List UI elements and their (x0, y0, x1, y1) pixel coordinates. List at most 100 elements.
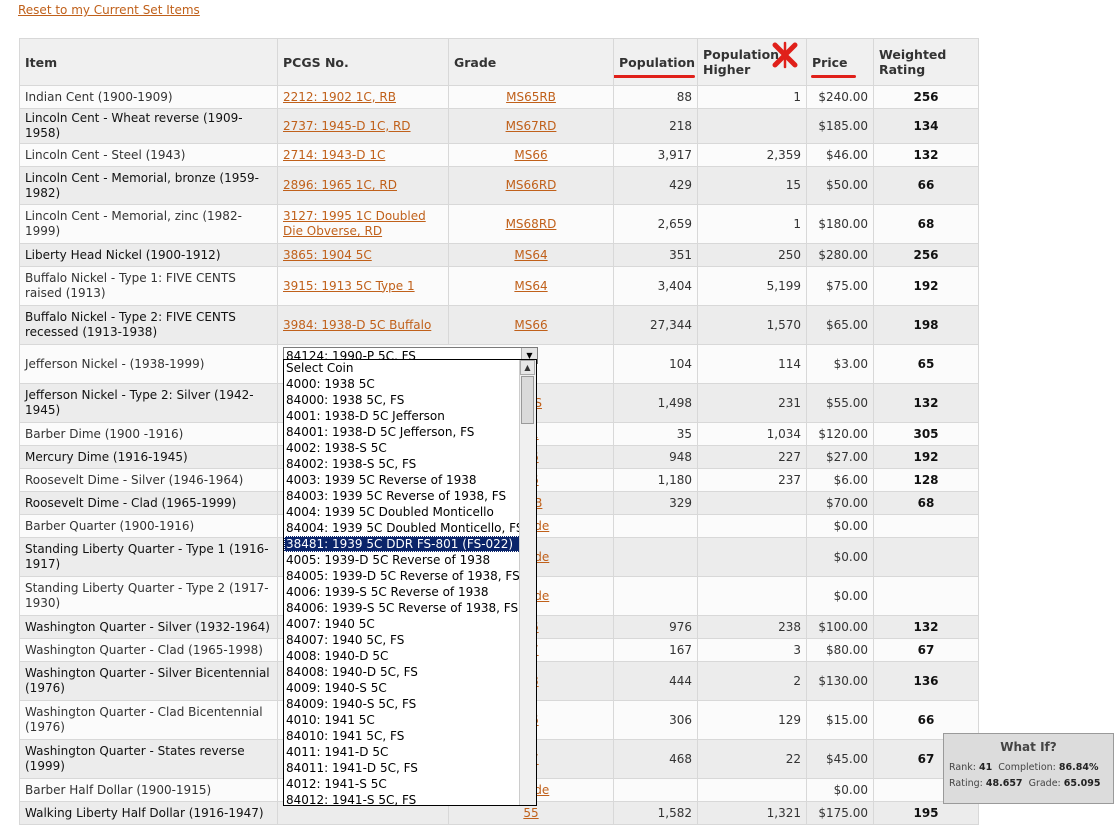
scroll-up-arrow-icon[interactable]: ▲ (520, 360, 535, 375)
item-name: Barber Half Dollar (1900-1915) (19, 778, 278, 802)
item-name: Standing Liberty Quarter - Type 1 (1916-… (19, 537, 278, 577)
price-cell: $180.00 (806, 204, 874, 244)
table-row: Buffalo Nickel - Type 2: FIVE CENTS rece… (19, 305, 979, 345)
dropdown-option[interactable]: 84005: 1939-D 5C Reverse of 1938, FS (284, 568, 536, 584)
population-higher-cell: 129 (697, 700, 807, 740)
price-cell: $100.00 (806, 615, 874, 639)
price-cell: $0.00 (806, 537, 874, 577)
table-row: Lincoln Cent - Memorial, bronze (1959-19… (19, 166, 979, 205)
dropdown-option[interactable]: 84006: 1939-S 5C Reverse of 1938, FS (284, 600, 536, 616)
population-cell: 306 (613, 700, 698, 740)
item-name: Washington Quarter - Clad Bicentennial (… (19, 700, 278, 740)
dropdown-option[interactable]: 4006: 1939-S 5C Reverse of 1938 (284, 584, 536, 600)
pcgs-link[interactable]: 3127: 1995 1C Doubled Die Obverse, RD (283, 209, 426, 238)
pcgs-cell: 2212: 1902 1C, RB (277, 85, 449, 109)
population-cell: 35 (613, 422, 698, 446)
grade-link[interactable]: MS68RD (506, 217, 557, 231)
dropdown-option[interactable]: 4009: 1940-S 5C (284, 680, 536, 696)
dropdown-option[interactable]: 4003: 1939 5C Reverse of 1938 (284, 472, 536, 488)
dropdown-option[interactable]: 84012: 1941-S 5C, FS (284, 792, 536, 805)
grade-cell: MS68RD (448, 204, 614, 244)
pcgs-link[interactable]: 2737: 1945-D 1C, RD (283, 119, 411, 133)
population-higher-cell: 238 (697, 615, 807, 639)
table-row: Lincoln Cent - Steel (1943) 2714: 1943-D … (19, 143, 979, 167)
dropdown-option[interactable]: 84001: 1938-D 5C Jefferson, FS (284, 424, 536, 440)
pcgs-link[interactable]: 3915: 1913 5C Type 1 (283, 279, 415, 293)
weighted-rating-cell: 132 (873, 143, 979, 167)
dropdown-option[interactable]: 4012: 1941-S 5C (284, 776, 536, 792)
weighted-rating-cell: 134 (873, 108, 979, 144)
header-population: Population (613, 38, 698, 86)
item-name: Roosevelt Dime - Silver (1946-1964) (19, 468, 278, 492)
grade-link[interactable]: MS64 (514, 279, 547, 293)
completion-value: 86.84% (1058, 762, 1099, 773)
pcgs-link[interactable]: 2714: 1943-D 1C (283, 148, 385, 162)
table-row: Liberty Head Nickel (1900-1912) 3865: 190… (19, 243, 979, 267)
dropdown-option[interactable]: 4008: 1940-D 5C (284, 648, 536, 664)
pcgs-link[interactable]: 2212: 1902 1C, RB (283, 90, 396, 104)
price-cell: $0.00 (806, 576, 874, 616)
dropdown-option[interactable]: 38481: 1939 5C DDR FS-801 (FS-022) (284, 536, 536, 552)
grade-link[interactable]: MS67RD (506, 119, 557, 133)
dropdown-option[interactable]: Select Coin (284, 360, 536, 376)
grade-link[interactable]: MS65RB (506, 90, 556, 104)
population-higher-cell: 5,199 (697, 266, 807, 306)
population-cell: 104 (613, 344, 698, 384)
rating-value: 48.657 (985, 778, 1023, 789)
item-name: Liberty Head Nickel (1900-1912) (19, 243, 278, 267)
dropdown-option[interactable]: 84008: 1940-D 5C, FS (284, 664, 536, 680)
population-higher-cell: 227 (697, 445, 807, 469)
pcgs-link[interactable]: 3984: 1938-D 5C Buffalo (283, 318, 431, 332)
grade-link[interactable]: MS66 (514, 318, 547, 332)
scroll-thumb[interactable] (521, 376, 534, 424)
weighted-rating-cell: 198 (873, 305, 979, 345)
grade-link[interactable]: MS64 (514, 248, 547, 262)
pcgs-link[interactable]: 3865: 1904 5C (283, 248, 372, 262)
dropdown-option[interactable]: 84004: 1939 5C Doubled Monticello, FS (284, 520, 536, 536)
dropdown-scrollbar[interactable]: ▲ (519, 360, 536, 805)
population-higher-cell: 1,570 (697, 305, 807, 345)
pcgs-link[interactable]: 2896: 1965 1C, RD (283, 178, 397, 192)
population-cell: 329 (613, 491, 698, 515)
population-cell: 3,917 (613, 143, 698, 167)
dropdown-option[interactable]: 84011: 1941-D 5C, FS (284, 760, 536, 776)
grade-link[interactable]: MS66 (514, 148, 547, 162)
dropdown-option[interactable]: 4011: 1941-D 5C (284, 744, 536, 760)
dropdown-option[interactable]: 84009: 1940-S 5C, FS (284, 696, 536, 712)
pcgs-cell: 3865: 1904 5C (277, 243, 449, 267)
dropdown-option[interactable]: 84010: 1941 5C, FS (284, 728, 536, 744)
grade-cell: MS67RD (448, 108, 614, 144)
dropdown-option[interactable]: 4001: 1938-D 5C Jefferson (284, 408, 536, 424)
pcgs-cell: 3984: 1938-D 5C Buffalo (277, 305, 449, 345)
weighted-rating-cell: 195 (873, 801, 979, 825)
reset-to-current-set-link[interactable]: Reset to my Current Set Items (18, 3, 200, 17)
dropdown-option[interactable]: 4004: 1939 5C Doubled Monticello (284, 504, 536, 520)
population-higher-cell (697, 576, 807, 616)
population-higher-cell (697, 778, 807, 802)
grade-cell: MS66RD (448, 166, 614, 205)
dropdown-option[interactable]: 84000: 1938 5C, FS (284, 392, 536, 408)
dropdown-option[interactable]: 4010: 1941 5C (284, 712, 536, 728)
dropdown-option[interactable]: 84002: 1938-S 5C, FS (284, 456, 536, 472)
weighted-rating-cell (873, 537, 979, 577)
pcgs-cell: 2896: 1965 1C, RD (277, 166, 449, 205)
item-name: Walking Liberty Half Dollar (1916-1947) (19, 801, 278, 825)
dropdown-option[interactable]: 4005: 1939-D 5C Reverse of 1938 (284, 552, 536, 568)
dropdown-option[interactable]: 84007: 1940 5C, FS (284, 632, 536, 648)
what-if-title: What If? (1000, 740, 1057, 754)
price-red-underline (811, 75, 856, 78)
grade-link[interactable]: 55 (523, 806, 538, 820)
weighted-rating-cell: 132 (873, 383, 979, 423)
price-cell: $46.00 (806, 143, 874, 167)
population-red-underline (614, 75, 695, 78)
dropdown-option[interactable]: 84003: 1939 5C Reverse of 1938, FS (284, 488, 536, 504)
price-cell: $27.00 (806, 445, 874, 469)
dropdown-option[interactable]: 4000: 1938 5C (284, 376, 536, 392)
grade-link[interactable]: MS66RD (506, 178, 557, 192)
table-row: Lincoln Cent - Memorial, zinc (1982-1999… (19, 204, 979, 244)
dropdown-option[interactable]: 4007: 1940 5C (284, 616, 536, 632)
price-cell: $6.00 (806, 468, 874, 492)
coin-dropdown-list[interactable]: Select Coin 4000: 1938 5C 84000: 1938 5C, … (283, 359, 537, 806)
population-cell: 218 (613, 108, 698, 144)
dropdown-option[interactable]: 4002: 1938-S 5C (284, 440, 536, 456)
